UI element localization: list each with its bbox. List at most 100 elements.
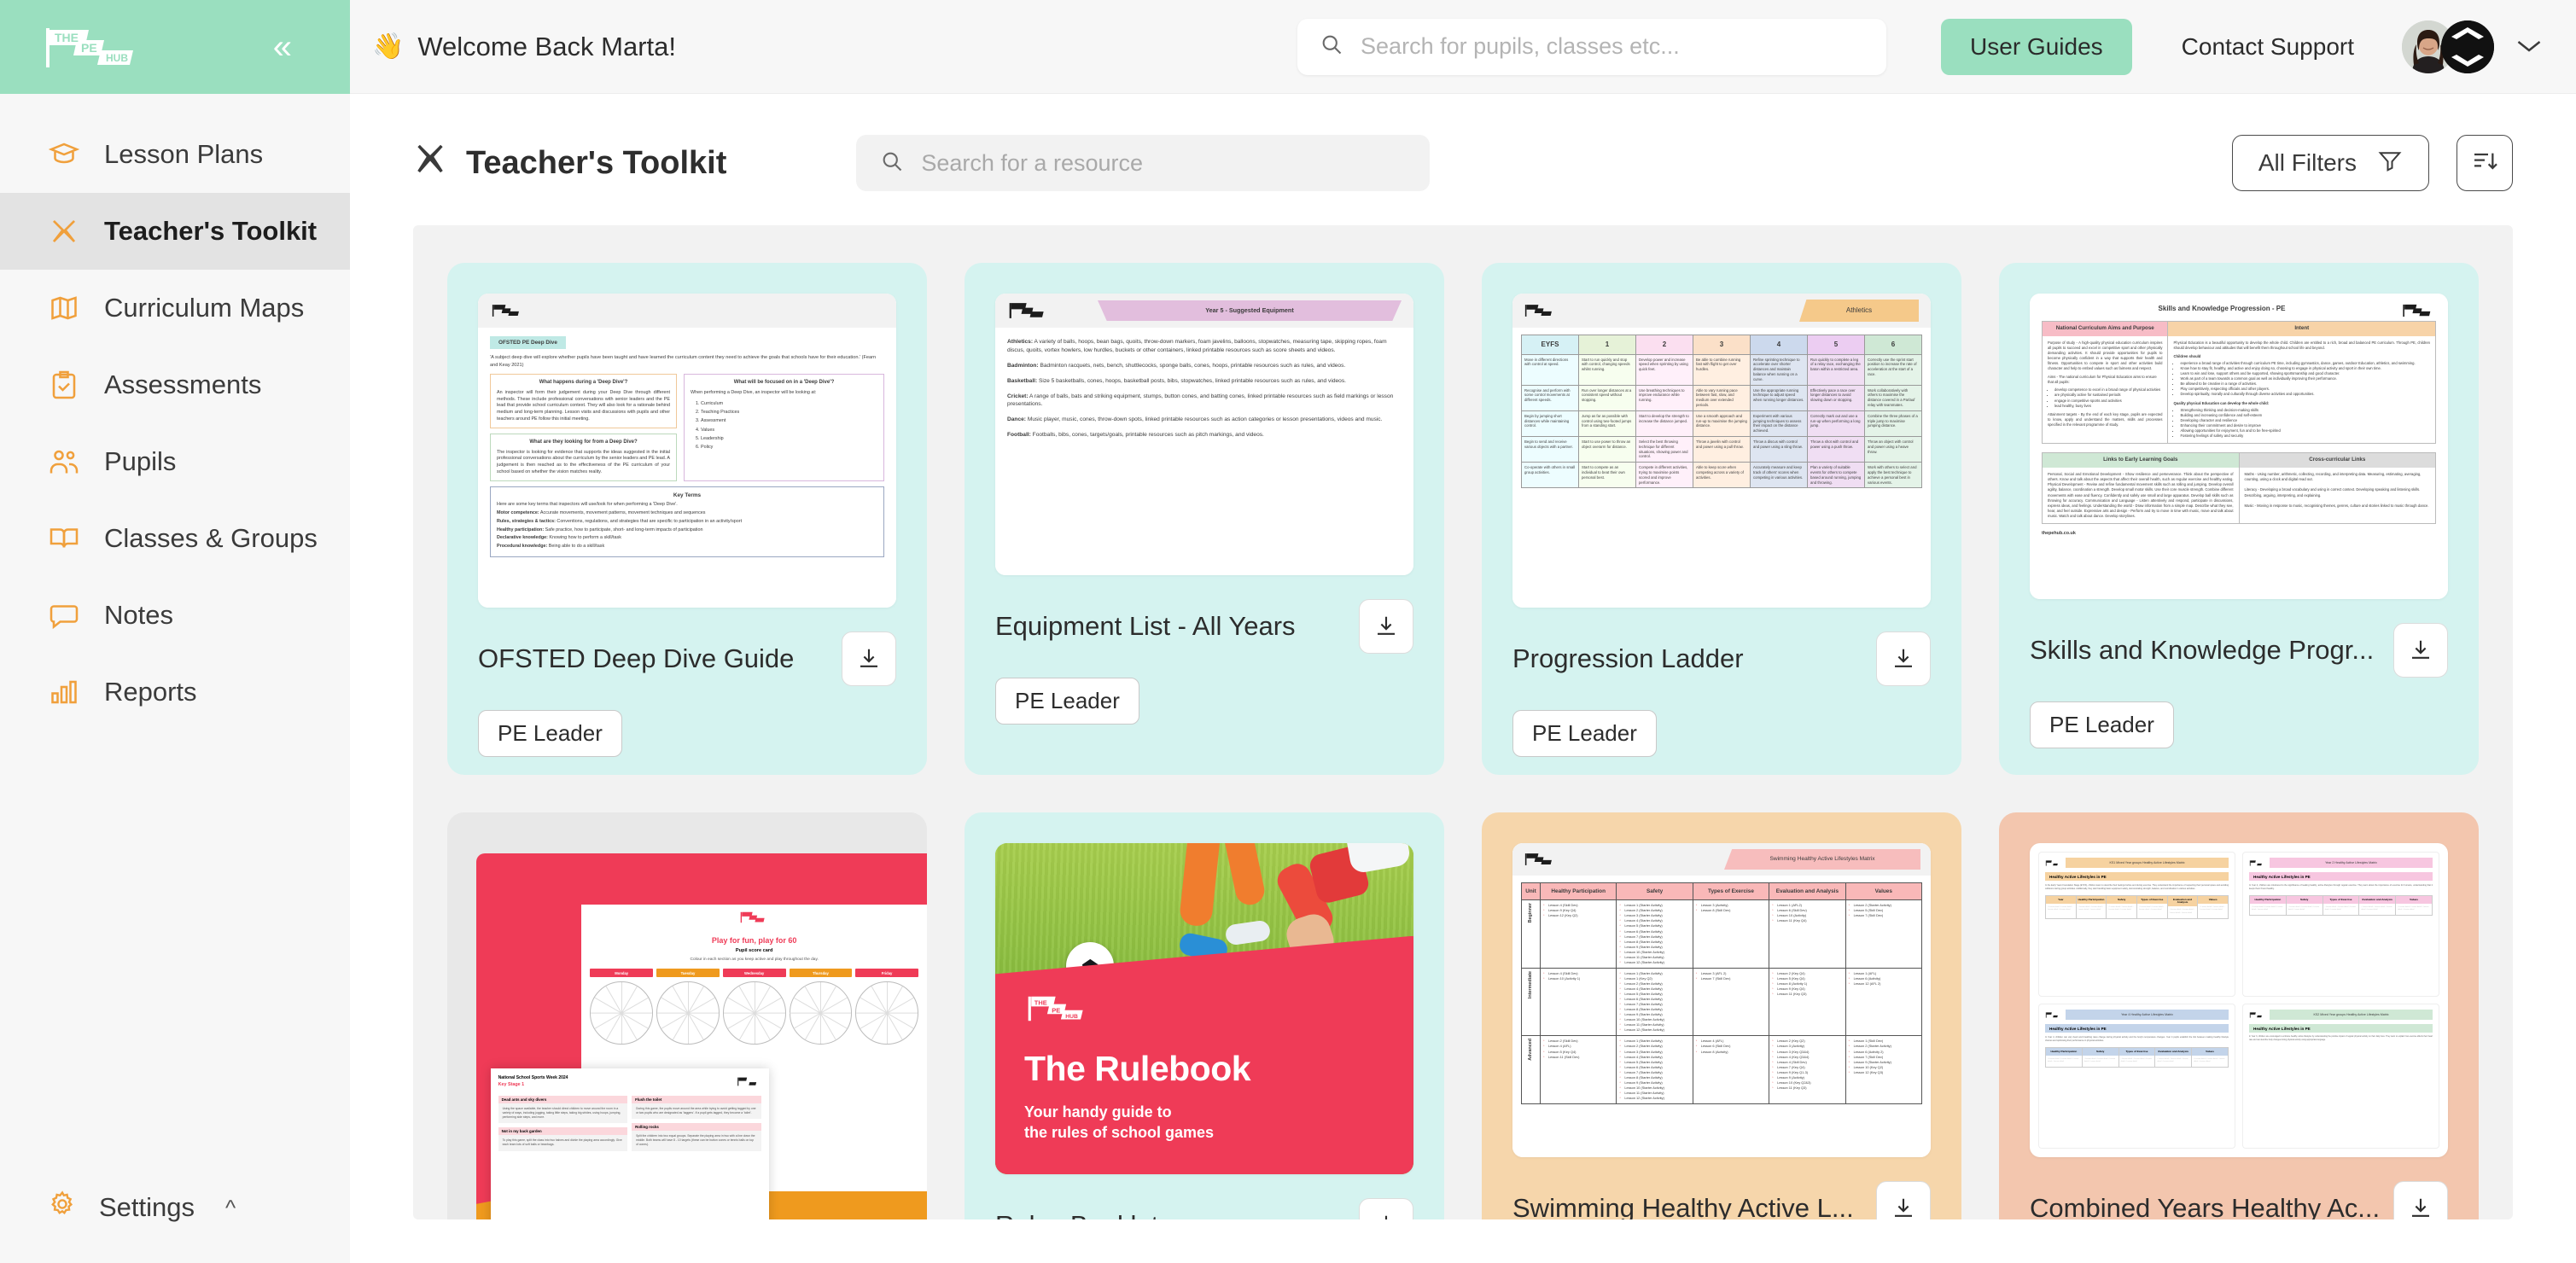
col-header: Cross-curricular Links bbox=[2239, 453, 2435, 469]
table-row: Co-operate with others in small group ac… bbox=[1521, 462, 1922, 489]
download-button[interactable] bbox=[2393, 623, 2448, 678]
resource-card[interactable]: Year 5 - Suggested Equipment Athletics: … bbox=[965, 263, 1444, 775]
col-header: Safety bbox=[1616, 882, 1693, 901]
list-item: Values bbox=[701, 428, 877, 434]
table-cell: Start to run quickly and stop with contr… bbox=[1578, 353, 1636, 386]
sidebar-item-pupils[interactable]: Pupils bbox=[0, 423, 350, 500]
download-button[interactable] bbox=[842, 632, 896, 686]
download-button[interactable] bbox=[1359, 599, 1413, 654]
user-guides-button[interactable]: User Guides bbox=[1941, 18, 2132, 75]
list-item: Policy bbox=[701, 445, 877, 451]
sidebar-item-classes-groups[interactable]: Classes & Groups bbox=[0, 500, 350, 577]
sidebar-item-assessments[interactable]: Assessments bbox=[0, 346, 350, 423]
doc-section: Cricket: A range of balls, bats and stri… bbox=[1007, 393, 1394, 408]
contact-support-link[interactable]: Contact Support bbox=[2182, 33, 2354, 61]
rulebook-subtitle: Your handy guide to the rules of school … bbox=[1024, 1102, 1214, 1144]
doc-paragraph: Aims - The national curriculum for Physi… bbox=[2048, 375, 2157, 385]
col-header: Types of Exercise bbox=[2118, 1048, 2155, 1056]
mini-column: Values • Lesson detail • Lesson detail • … bbox=[2197, 896, 2229, 918]
page-title-text: Teacher's Toolkit bbox=[466, 144, 727, 181]
resource-card[interactable]: Athletics EYFS 1 2 3 4 5 6 Move in different d… bbox=[1482, 263, 1961, 775]
account-menu[interactable]: ABC SCHOOL bbox=[2402, 20, 2542, 73]
chevrons-left-icon[interactable]: « bbox=[273, 30, 292, 64]
activity-text: To play this game, split the class into … bbox=[502, 1138, 622, 1147]
download-button[interactable] bbox=[1876, 632, 1931, 686]
list-item: lead healthy, busy lives bbox=[2054, 404, 2162, 409]
global-search[interactable] bbox=[1297, 18, 1887, 75]
school-logo: ABC SCHOOL bbox=[2441, 20, 2494, 73]
sidebar-item-lesson-plans[interactable]: Lesson Plans bbox=[0, 116, 350, 193]
resource-grid: OFSTED PE Deep Dive 'A subject deep dive… bbox=[447, 263, 2479, 1219]
svg-text:HUB: HUB bbox=[1065, 1014, 1078, 1020]
activity-wheel bbox=[656, 981, 720, 1045]
resource-card[interactable]: Play for fun, play for 60 Pupil score ca… bbox=[447, 812, 927, 1219]
resource-search-input[interactable] bbox=[921, 149, 1407, 177]
table-cell: Develop power and increase speed when sp… bbox=[1635, 353, 1693, 386]
list-item: Lesson 11 (Key Q4) bbox=[1772, 918, 1842, 923]
download-button[interactable] bbox=[2393, 1181, 2448, 1219]
toolkit-icon bbox=[413, 142, 447, 184]
all-filters-button[interactable]: All Filters bbox=[2231, 135, 2429, 191]
resource-search[interactable] bbox=[856, 135, 1431, 191]
col-header: Evaluation and Analysis bbox=[2167, 896, 2198, 907]
table-cell: Use breathing techniques to improve endu… bbox=[1635, 384, 1693, 411]
table-cell: Lesson 4 (AFL)Lesson 6 (Skill Dev)Lesson… bbox=[1692, 1035, 1770, 1104]
resource-card-footer: Swimming Healthy Active L... PE Leader T… bbox=[1512, 1157, 1931, 1219]
chevron-down-icon[interactable] bbox=[2516, 33, 2542, 60]
speech-bubble-icon bbox=[48, 599, 80, 632]
doc-pill: OFSTED PE Deep Dive bbox=[490, 336, 566, 350]
list-item: Lesson 12 (AFL 2) bbox=[1849, 981, 1919, 987]
col-header: Evaluation and Analysis bbox=[2359, 896, 2396, 904]
table-cell: Run quickly to complete a leg of a relay… bbox=[1807, 353, 1865, 386]
key-term: Procedural knowledge: Being able to do a… bbox=[497, 544, 605, 550]
resource-badges: PE Leader bbox=[2030, 701, 2448, 748]
mini-column: Evaluation and Analysis • Lesson detail •… bbox=[2166, 896, 2198, 918]
col-header: Types of Exercise bbox=[2137, 896, 2167, 904]
resource-card[interactable]: THE PE HUB The Rulebook Your handy guide… bbox=[965, 812, 1444, 1219]
sidebar-item-notes[interactable]: Notes bbox=[0, 577, 350, 654]
sort-button[interactable] bbox=[2457, 135, 2513, 191]
key-term: Declarative knowledge: Knowing how to pe… bbox=[497, 535, 621, 541]
global-search-input[interactable] bbox=[1361, 33, 1865, 60]
progression-table: EYFS 1 2 3 4 5 6 Move in different directions … bbox=[1521, 335, 1922, 489]
list-item: Assessment bbox=[701, 418, 877, 425]
mini-column: Safety • Lesson detail • Lesson detail • … bbox=[2106, 896, 2137, 918]
svg-text:HUB: HUB bbox=[106, 52, 128, 64]
col-header: Evaluation and Analysis bbox=[2155, 1048, 2192, 1056]
welcome-message: 👋 Welcome Back Marta! bbox=[372, 32, 676, 62]
welcome-text: Welcome Back Marta! bbox=[417, 31, 676, 61]
content: Teacher's Toolkit All Filters bbox=[350, 94, 2576, 1263]
col-header: Evaluation and Analysis bbox=[1769, 882, 1846, 901]
chevron-up-icon[interactable]: ^ bbox=[225, 1195, 236, 1221]
resource-card[interactable]: OFSTED PE Deep Dive 'A subject deep dive… bbox=[447, 263, 927, 775]
download-button[interactable] bbox=[1876, 1181, 1931, 1219]
doc-paragraph: Physical Education is a beautiful opport… bbox=[2173, 340, 2430, 350]
sidebar-item-curriculum-maps[interactable]: Curriculum Maps bbox=[0, 270, 350, 346]
col-header: 6 bbox=[1864, 335, 1922, 355]
col-header: Year bbox=[2046, 896, 2076, 904]
resource-card[interactable]: Swimming Healthy Active Lifestyles Matri… bbox=[1482, 812, 1961, 1219]
search-icon bbox=[880, 149, 904, 178]
mini-cell: • Lesson detail • Lesson detail • Lesson… bbox=[2252, 905, 2283, 911]
mini-column: Healthy Participation • Lesson detail • L… bbox=[2075, 896, 2107, 918]
clipboard-check-icon bbox=[48, 369, 80, 401]
doc-box-text: The inspector is looking for evidence th… bbox=[497, 449, 670, 475]
resource-card[interactable]: Skills and Knowledge Progression - PE Na… bbox=[1999, 263, 2479, 775]
resource-card[interactable]: KS1 Mixed Year groups Healthy Active Lif… bbox=[1999, 812, 2479, 1219]
status-badge: PE Leader bbox=[2030, 701, 2174, 748]
download-button[interactable] bbox=[1359, 1198, 1413, 1219]
mini-cell: • Lesson detail • Lesson detail • Lesson… bbox=[2157, 1057, 2188, 1063]
rulebook-subtitle-line2: the rules of school games bbox=[1024, 1123, 1215, 1141]
sidebar-item-settings[interactable]: Settings ^ bbox=[0, 1152, 350, 1263]
doc-paragraph: In the Early Years Foundation Stage (EYF… bbox=[2045, 884, 2229, 890]
list-item: Fostering feelings of safety and securit… bbox=[2180, 434, 2430, 439]
mini-cell: • Lesson detail • Lesson detail • Lesson… bbox=[2169, 909, 2194, 914]
list-item: Lesson 11 (Key Q3) bbox=[1772, 992, 1842, 997]
col-header: Safety bbox=[2107, 896, 2137, 904]
activity-wheel bbox=[789, 981, 853, 1045]
sidebar-item-reports[interactable]: Reports bbox=[0, 654, 350, 730]
sidebar-item-teachers-toolkit[interactable]: Teacher's Toolkit bbox=[0, 193, 350, 270]
mini-cell: • Lesson detail • Lesson detail • Lesson… bbox=[2288, 905, 2320, 911]
pe-hub-logo[interactable]: THE PE HUB bbox=[39, 25, 265, 69]
table-cell: Start to develop the strength to increas… bbox=[1635, 410, 1693, 437]
